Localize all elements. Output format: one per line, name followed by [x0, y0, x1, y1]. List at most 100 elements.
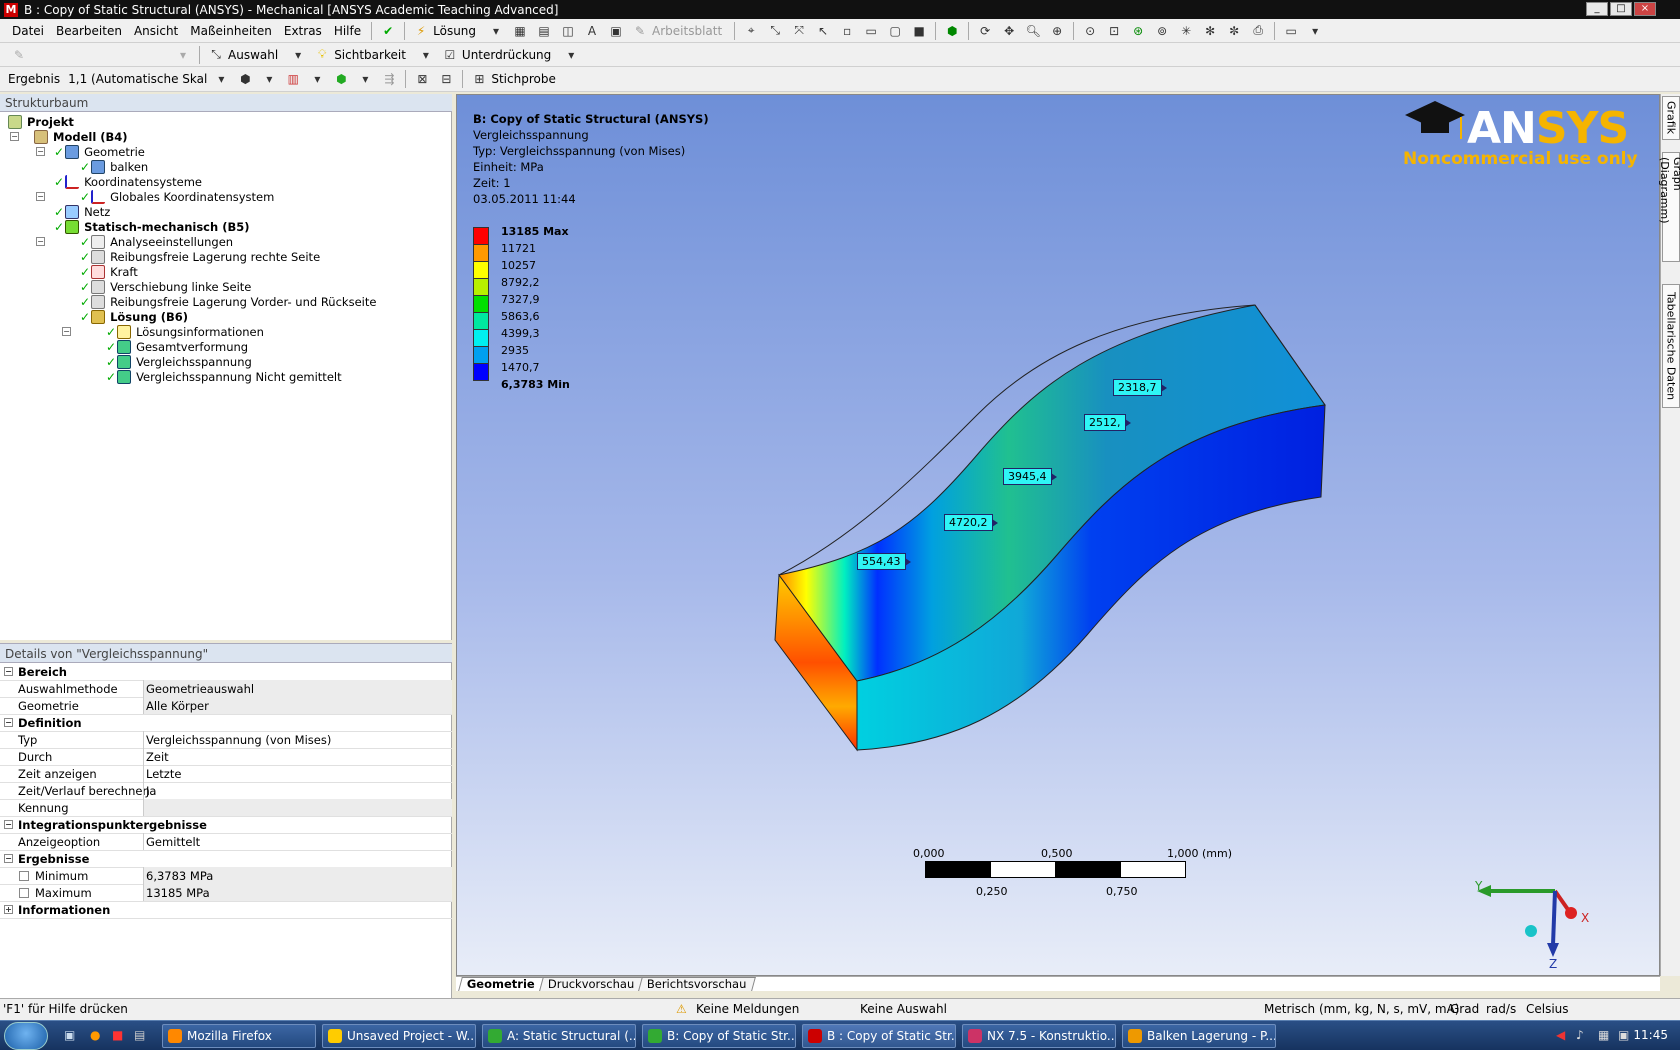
check-icon[interactable]: ✔	[379, 22, 397, 40]
tree-node-mesh[interactable]: ✓ Netz	[54, 204, 110, 220]
details-value[interactable]: Letzte	[143, 765, 452, 782]
details-value[interactable]: Zeit	[143, 748, 452, 765]
probe-label[interactable]: 3945,4	[1003, 468, 1056, 485]
parameter-checkbox[interactable]	[19, 871, 29, 881]
menu-datei[interactable]: Datei	[6, 24, 50, 38]
tree-node-equivalent-stress[interactable]: ✓ Vergleichsspannung	[106, 354, 252, 370]
solve-button[interactable]: Lösung	[433, 24, 476, 38]
section-toggle[interactable]: +	[4, 905, 13, 914]
details-row[interactable]: Durch Zeit	[0, 748, 452, 766]
lightbulb-icon[interactable]: 💡︎	[313, 46, 331, 64]
details-value[interactable]: 13185 MPa	[143, 884, 452, 901]
taskbar-item[interactable]: Mozilla Firefox	[162, 1024, 316, 1048]
tree-node-global-cs[interactable]: ✓ Globales Koordinatensystem	[80, 189, 274, 205]
selection-button[interactable]: Auswahl	[228, 48, 278, 62]
taskbar-item[interactable]: B : Copy of Static Str...	[802, 1024, 956, 1048]
tree-node-force[interactable]: ✓ Kraft	[80, 264, 138, 280]
edit-icon[interactable]: ✎	[10, 46, 28, 64]
tab-graphics[interactable]: Grafik	[1662, 96, 1680, 140]
probe-label[interactable]: 554,43	[857, 553, 910, 570]
zoom-box-icon[interactable]: ⊕	[1048, 22, 1066, 40]
tree-node-support-front-back[interactable]: ✓ Reibungsfreie Lagerung Vorder- und Rück…	[80, 294, 376, 310]
probe-button[interactable]: Stichprobe	[491, 72, 556, 86]
details-value[interactable]: Vergleichsspannung (von Mises)	[143, 731, 452, 748]
report-icon[interactable]: ▦	[511, 22, 529, 40]
max-icon[interactable]: ⊠	[413, 70, 431, 88]
details-value[interactable]: Alle Körper	[143, 697, 452, 714]
taskbar-item[interactable]: NX 7.5 - Konstruktio...	[962, 1024, 1116, 1048]
tree-node-total-deformation[interactable]: ✓ Gesamtverformung	[106, 339, 248, 355]
details-row[interactable]: Anzeigeoption Gemittelt	[0, 833, 452, 851]
magnify-icon[interactable]: ⊚	[1153, 22, 1171, 40]
tree-node-coordinate-systems[interactable]: ✓ Koordinatensysteme	[54, 174, 202, 190]
details-value[interactable]: Geometrieauswahl	[143, 680, 452, 697]
tab-report-preview[interactable]: Berichtsvorschau	[638, 977, 756, 991]
tree-node-equivalent-stress-unaveraged[interactable]: ✓ Vergleichsspannung Nicht gemittelt	[106, 369, 342, 385]
select-body-icon[interactable]: ■	[910, 22, 928, 40]
taskbar-item[interactable]: Unsaved Project - W...	[322, 1024, 476, 1048]
tree-node-solution[interactable]: ✓ Lösung (B6)	[80, 309, 188, 325]
tree-node-solution-info[interactable]: ✓ Lösungsinformationen	[106, 324, 264, 340]
menu-hilfe[interactable]: Hilfe	[328, 24, 367, 38]
rotate-icon[interactable]: ⟳	[976, 22, 994, 40]
taskbar-item[interactable]: A: Static Structural (...	[482, 1024, 636, 1048]
message-icon[interactable]: ⚠	[676, 1002, 687, 1016]
menu-bearbeiten[interactable]: Bearbeiten	[50, 24, 128, 38]
details-row[interactable]: Kennung	[0, 799, 452, 817]
cursor-icon[interactable]: ↖	[814, 22, 832, 40]
tree-node-body[interactable]: ✓ balken	[80, 159, 148, 175]
zoom-fit-icon[interactable]: ⊙	[1081, 22, 1099, 40]
section-toggle[interactable]: −	[4, 820, 13, 829]
network-icon[interactable]: ▦	[1598, 1028, 1609, 1042]
dropdown-arrow-icon[interactable]: ▾	[289, 46, 307, 64]
details-row[interactable]: Geometrie Alle Körper	[0, 697, 452, 715]
menu-ansicht[interactable]: Ansicht	[128, 24, 184, 38]
minimize-button[interactable]: _	[1586, 2, 1608, 16]
section-toggle[interactable]: −	[4, 854, 13, 863]
details-row[interactable]: Auswahlmethode Geometrieauswahl	[0, 680, 452, 698]
details-section[interactable]: − Integrationspunktergebnisse	[0, 816, 452, 834]
selection-icon[interactable]: ⤡	[207, 46, 225, 64]
zoom-window-icon[interactable]: ⊡	[1105, 22, 1123, 40]
details-row[interactable]: Minimum 6,3783 MPa	[0, 867, 452, 885]
cube-icon[interactable]: ⬢	[943, 22, 961, 40]
status-messages[interactable]: Keine Meldungen	[696, 1002, 799, 1016]
text-icon[interactable]: A	[583, 22, 601, 40]
iso-view-icon[interactable]: ✳	[1177, 22, 1195, 40]
tab-tabular-data[interactable]: Tabellarische Daten	[1662, 284, 1680, 408]
tab-graph[interactable]: Graph (Diagramm)	[1658, 152, 1680, 262]
status-units[interactable]: Metrisch (mm, kg, N, s, mV, mA)	[1264, 1002, 1459, 1016]
contour-icon[interactable]: ▥	[284, 70, 302, 88]
chart-icon[interactable]: ▤	[535, 22, 553, 40]
section-toggle[interactable]: −	[4, 718, 13, 727]
tree-node-model[interactable]: Modell (B4)	[34, 129, 128, 145]
menu-extras[interactable]: Extras	[278, 24, 328, 38]
app-icon[interactable]: ▤	[134, 1028, 145, 1042]
zoom-icon[interactable]: 🔍︎	[1024, 22, 1042, 40]
print-icon[interactable]: ⎙	[1249, 22, 1267, 40]
dropdown-arrow-icon[interactable]: ▾	[487, 22, 505, 40]
vector-icon[interactable]: ⇶	[380, 70, 398, 88]
probe-label[interactable]: 2318,7	[1113, 379, 1166, 396]
dropdown-arrow-icon[interactable]: ▾	[356, 70, 374, 88]
label-icon[interactable]: ⤡	[766, 22, 784, 40]
collapse-toggle[interactable]: −	[36, 237, 45, 246]
start-button[interactable]	[4, 1022, 48, 1050]
edges-icon[interactable]: ⬢	[332, 70, 350, 88]
collapse-toggle[interactable]: −	[36, 147, 45, 156]
tree-node-static-structural[interactable]: ✓ Statisch-mechanisch (B5)	[54, 219, 249, 235]
visibility-button[interactable]: Sichtbarkeit	[334, 48, 406, 62]
collapse-toggle[interactable]: −	[10, 132, 19, 141]
parameter-checkbox[interactable]	[19, 888, 29, 898]
dropdown-arrow-icon[interactable]: ▾	[260, 70, 278, 88]
probe-label[interactable]: 2512,	[1084, 414, 1130, 431]
worksheet-icon[interactable]: ✎	[631, 22, 649, 40]
graphics-viewport[interactable]: B: Copy of Static Structural (ANSYS) Ver…	[456, 94, 1660, 976]
details-value[interactable]	[143, 799, 452, 816]
min-icon[interactable]: ⊟	[437, 70, 455, 88]
details-value[interactable]: 6,3783 MPa	[143, 867, 452, 884]
dropdown-arrow-icon[interactable]: ▾	[212, 70, 230, 88]
menu-masseinheiten[interactable]: Maßeinheiten	[184, 24, 278, 38]
suppress-icon[interactable]: ☑	[441, 46, 459, 64]
tab-print-preview[interactable]: Druckvorschau	[538, 977, 644, 991]
